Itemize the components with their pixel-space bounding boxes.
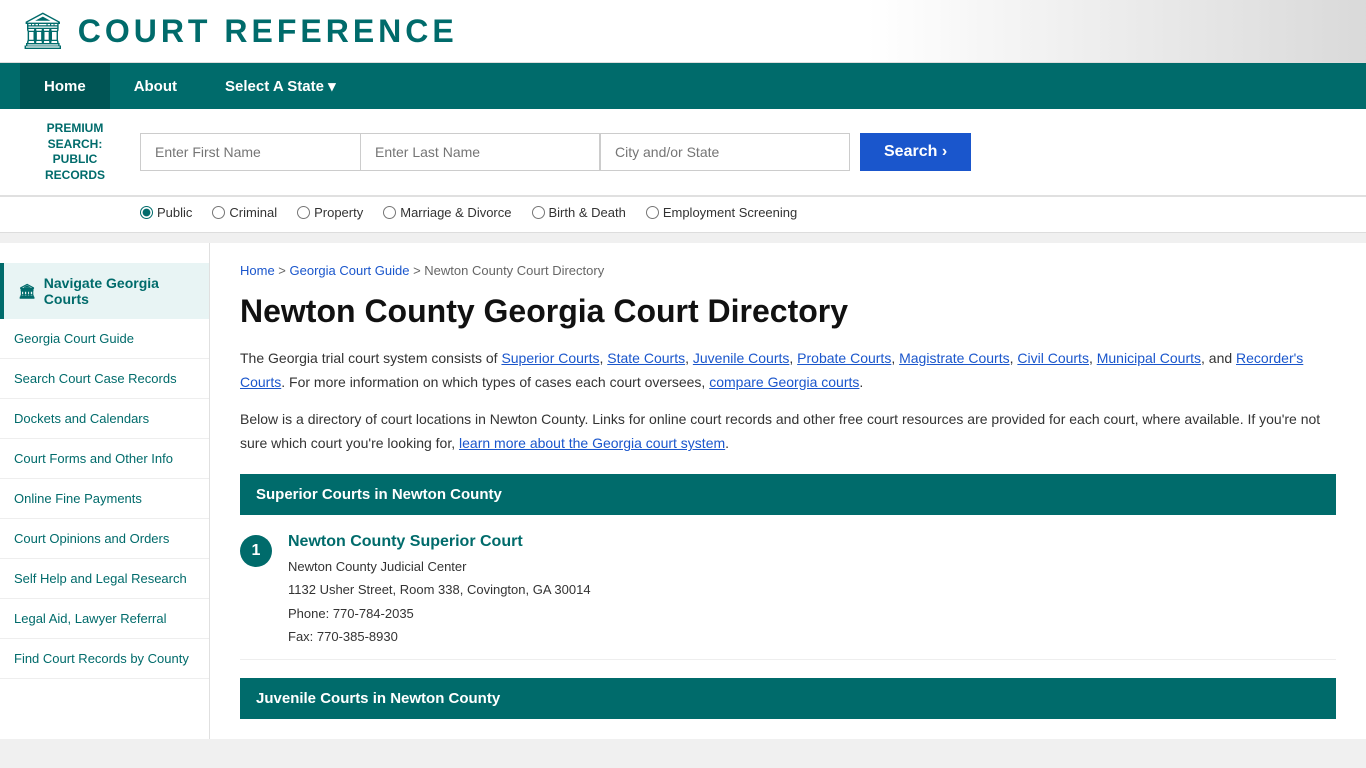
radio-birth[interactable]: Birth & Death	[532, 205, 626, 220]
city-input[interactable]	[600, 133, 850, 171]
radio-marriage[interactable]: Marriage & Divorce	[383, 205, 511, 220]
header-background	[866, 0, 1366, 62]
search-label: PREMIUM SEARCH: PUBLIC RECORDS	[20, 121, 140, 183]
court-name-1[interactable]: Newton County Superior Court	[288, 533, 591, 551]
breadcrumb: Home > Georgia Court Guide > Newton Coun…	[240, 263, 1336, 278]
main-nav: Home About Select A State ▾	[0, 63, 1366, 109]
superior-courts-header: Superior Courts in Newton County	[240, 474, 1336, 515]
page-title: Newton County Georgia Court Directory	[240, 292, 1336, 330]
logo-area: 🏛 COURT REFERENCE	[20, 10, 458, 52]
sidebar-item-legalaid[interactable]: Legal Aid, Lawyer Referral	[0, 599, 209, 639]
intro-paragraph: The Georgia trial court system consists …	[240, 347, 1336, 395]
link-magistrate-courts[interactable]: Magistrate Courts	[899, 350, 1009, 366]
court-phone-1: Phone: 770-784-2035	[288, 602, 591, 625]
nav-select-state[interactable]: Select A State ▾	[201, 63, 360, 109]
court-details-1: Newton County Superior Court Newton Coun…	[288, 533, 591, 649]
juvenile-courts-header: Juvenile Courts in Newton County	[240, 678, 1336, 719]
breadcrumb-current: Newton County Court Directory	[424, 263, 604, 278]
radio-public[interactable]: Public	[140, 205, 192, 220]
link-superior-courts[interactable]: Superior Courts	[501, 350, 599, 366]
court-address-1: 1132 Usher Street, Room 338, Covington, …	[288, 578, 591, 601]
court-fax-1: Fax: 770-385-8930	[288, 625, 591, 648]
sidebar-item-findrecords[interactable]: Find Court Records by County	[0, 639, 209, 679]
search-bar: PREMIUM SEARCH: PUBLIC RECORDS Search ›	[0, 109, 1366, 197]
link-juvenile-courts[interactable]: Juvenile Courts	[693, 350, 790, 366]
nav-about[interactable]: About	[110, 63, 201, 109]
link-learn-more[interactable]: learn more about the Georgia court syste…	[459, 435, 725, 451]
search-button[interactable]: Search ›	[860, 133, 971, 171]
radio-criminal[interactable]: Criminal	[212, 205, 277, 220]
site-title: COURT REFERENCE	[78, 13, 458, 50]
main-layout: 🏛 Navigate Georgia Courts Georgia Court …	[0, 243, 1366, 738]
sidebar-item-forms[interactable]: Court Forms and Other Info	[0, 439, 209, 479]
sidebar-item-fines[interactable]: Online Fine Payments	[0, 479, 209, 519]
sidebar-item-opinions[interactable]: Court Opinions and Orders	[0, 519, 209, 559]
courthouse-sidebar-icon: 🏛	[18, 283, 36, 300]
sidebar-item-search-case[interactable]: Search Court Case Records	[0, 359, 209, 399]
link-compare-courts[interactable]: compare Georgia courts	[709, 374, 859, 390]
directory-paragraph: Below is a directory of court locations …	[240, 408, 1336, 456]
radio-property[interactable]: Property	[297, 205, 363, 220]
court-number-1: 1	[240, 535, 272, 567]
record-type-filter: Public Criminal Property Marriage & Divo…	[0, 197, 1366, 233]
link-civil-courts[interactable]: Civil Courts	[1017, 350, 1089, 366]
sidebar-item-dockets[interactable]: Dockets and Calendars	[0, 399, 209, 439]
header: 🏛 COURT REFERENCE	[0, 0, 1366, 63]
nav-home[interactable]: Home	[20, 63, 110, 109]
link-state-courts[interactable]: State Courts	[607, 350, 685, 366]
main-content: Home > Georgia Court Guide > Newton Coun…	[210, 243, 1366, 738]
sidebar-item-selfhelp[interactable]: Self Help and Legal Research	[0, 559, 209, 599]
court-entry-1: 1 Newton County Superior Court Newton Co…	[240, 515, 1336, 660]
breadcrumb-state[interactable]: Georgia Court Guide	[290, 263, 410, 278]
breadcrumb-home[interactable]: Home	[240, 263, 275, 278]
link-probate-courts[interactable]: Probate Courts	[797, 350, 891, 366]
courthouse-icon: 🏛	[20, 10, 66, 52]
top-spacer	[0, 233, 1366, 243]
court-facility-1: Newton County Judicial Center	[288, 555, 591, 578]
radio-employment[interactable]: Employment Screening	[646, 205, 797, 220]
sidebar: 🏛 Navigate Georgia Courts Georgia Court …	[0, 243, 210, 738]
sidebar-item-court-guide[interactable]: Georgia Court Guide	[0, 319, 209, 359]
first-name-input[interactable]	[140, 133, 360, 171]
sidebar-active-item[interactable]: 🏛 Navigate Georgia Courts	[0, 263, 209, 319]
last-name-input[interactable]	[360, 133, 600, 171]
link-municipal-courts[interactable]: Municipal Courts	[1097, 350, 1201, 366]
